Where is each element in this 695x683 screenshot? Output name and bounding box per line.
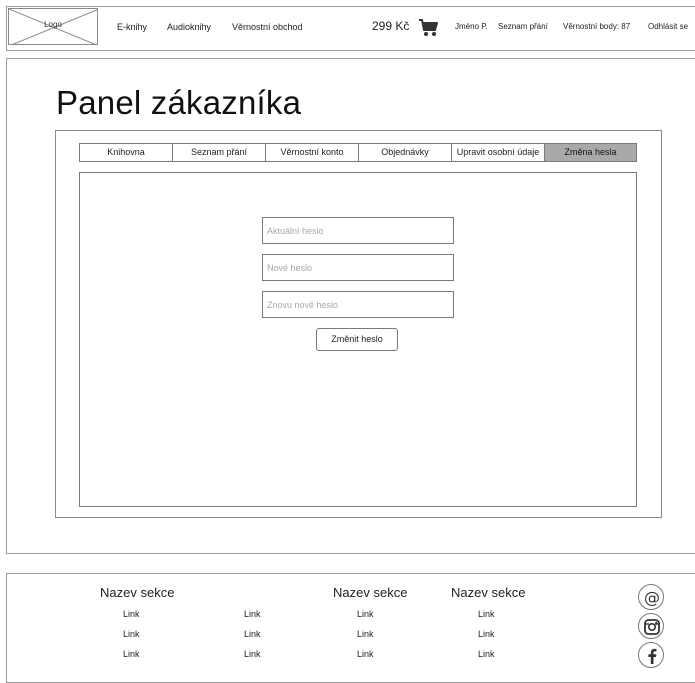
footer-link[interactable]: Link — [244, 649, 261, 659]
logo[interactable]: Logo — [8, 8, 98, 45]
footer-link[interactable]: Link — [123, 629, 140, 639]
page-title: Panel zákazníka — [56, 84, 302, 121]
footer-link[interactable]: Link — [357, 609, 374, 619]
footer-link[interactable]: Link — [357, 629, 374, 639]
footer-link[interactable]: Link — [244, 629, 261, 639]
tab-change-password[interactable]: Změna hesla — [545, 144, 636, 161]
instagram-icon[interactable] — [638, 613, 664, 639]
footer-section-title: Nazev sekce — [100, 585, 175, 600]
repeat-new-password-field[interactable] — [262, 291, 454, 318]
footer-link[interactable]: Link — [478, 629, 495, 639]
footer-link[interactable]: Link — [478, 609, 495, 619]
tab-wishlist[interactable]: Seznam přání — [173, 144, 266, 161]
nav-ebooks[interactable]: E-knihy — [117, 22, 147, 32]
cart-icon[interactable] — [418, 18, 440, 38]
facebook-icon[interactable] — [638, 642, 664, 668]
current-password-field[interactable] — [262, 217, 454, 244]
tab-edit-personal-info[interactable]: Upravit osobní údaje — [452, 144, 545, 161]
new-password-field[interactable] — [262, 254, 454, 281]
change-password-button[interactable]: Změnit heslo — [316, 328, 398, 351]
footer-link[interactable]: Link — [478, 649, 495, 659]
loyalty-points-link[interactable]: Věrnostní body: 87 — [563, 22, 630, 31]
footer-link[interactable]: Link — [123, 609, 140, 619]
tab-bar: Knihovna Seznam přání Věrnostní konto Ob… — [79, 143, 637, 162]
nav-loyalty-shop[interactable]: Věrnostní obchod — [232, 22, 303, 32]
footer-link[interactable]: Link — [357, 649, 374, 659]
user-name-link[interactable]: Jméno P. — [455, 22, 488, 31]
tab-orders[interactable]: Objednávky — [359, 144, 452, 161]
logout-link[interactable]: Odhlásit se — [648, 22, 688, 31]
nav-audiobooks[interactable]: Audioknihy — [167, 22, 211, 32]
tab-library[interactable]: Knihovna — [80, 144, 173, 161]
wishlist-link[interactable]: Seznam přání — [498, 22, 548, 31]
footer-link[interactable]: Link — [123, 649, 140, 659]
cart-total: 299 Kč — [372, 19, 410, 33]
tab-loyalty-account[interactable]: Věrnostní konto — [266, 144, 359, 161]
svg-text:@: @ — [644, 588, 660, 607]
email-icon[interactable]: @ — [638, 584, 664, 610]
logo-label: Logo — [44, 20, 62, 29]
footer-section-title: Nazev sekce — [333, 585, 408, 600]
footer-section-title: Nazev sekce — [451, 585, 526, 600]
footer-link[interactable]: Link — [244, 609, 261, 619]
